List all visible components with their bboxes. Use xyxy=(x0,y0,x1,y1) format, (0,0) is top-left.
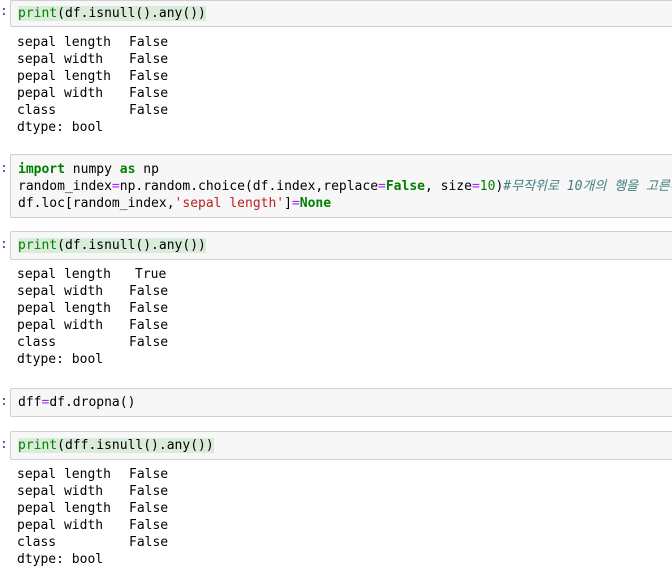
code-line: import numpy as np xyxy=(18,161,159,178)
output-value: False xyxy=(129,318,169,333)
output-label: class xyxy=(17,335,57,350)
code-token: False xyxy=(385,179,425,194)
code-token: = xyxy=(111,179,120,194)
output-row: pepal width False xyxy=(17,317,168,334)
output-row: sepal width False xyxy=(17,483,168,500)
cell-output-1: sepal length False sepal width False pepal… xyxy=(17,34,168,136)
code-token: = xyxy=(291,196,300,211)
output-row: pepal length False xyxy=(17,68,168,85)
code-token: print xyxy=(18,238,58,253)
code-token: (df.isnull().any()) xyxy=(57,238,206,253)
output-value: False xyxy=(129,35,169,50)
code-cell-5[interactable]: print(dff.isnull().any()) xyxy=(10,431,672,460)
code-line: dff=df.dropna() xyxy=(18,394,135,411)
output-row: sepal width False xyxy=(17,283,168,300)
cell-prompt: : xyxy=(0,161,8,176)
code-token: = xyxy=(471,179,480,194)
code-token: dff xyxy=(18,395,42,410)
code-token: ] xyxy=(284,196,292,211)
cell-prompt: : xyxy=(0,394,8,409)
code-line: df.loc[random_index,'sepal length']=None xyxy=(18,195,331,212)
code-line: random_index=np.random.choice(df.index,r… xyxy=(18,178,672,195)
code-token: 10 xyxy=(479,179,496,194)
output-value: False xyxy=(129,103,169,118)
code-cell-2[interactable]: import numpy as np random_index=np.rando… xyxy=(10,154,672,218)
output-value: False xyxy=(129,518,169,533)
cell-prompt: : xyxy=(0,437,8,452)
code-token: print xyxy=(18,438,58,453)
output-row: pepal length False xyxy=(17,500,168,517)
code-token: import xyxy=(18,162,65,177)
code-cell-4[interactable]: dff=df.dropna() xyxy=(10,388,672,417)
output-value: False xyxy=(129,335,169,350)
code-line: print(dff.isnull().any()) xyxy=(18,437,214,454)
output-label: pepal length xyxy=(17,501,111,516)
code-token: 'sepal length' xyxy=(174,196,285,211)
output-value: False xyxy=(129,484,169,499)
output-dtype: dtype: bool xyxy=(17,120,104,135)
output-value: False xyxy=(129,52,169,67)
code-token: , size xyxy=(425,179,472,194)
output-dtype: dtype: bool xyxy=(17,352,104,367)
output-row: pepal width False xyxy=(17,85,168,102)
code-line: print(df.isnull().any()) xyxy=(18,5,206,22)
code-cell-1[interactable]: print(df.isnull().any()) xyxy=(10,0,672,27)
output-row: sepal length True xyxy=(17,266,166,283)
output-value: False xyxy=(129,86,169,101)
output-value: True xyxy=(135,267,167,282)
code-line: print(df.isnull().any()) xyxy=(18,237,206,254)
cell-output-5: sepal length False sepal width False pepal… xyxy=(17,466,168,568)
code-token: print xyxy=(18,6,58,21)
output-value: False xyxy=(129,69,169,84)
output-row: class False xyxy=(17,102,168,119)
code-cell-3[interactable]: print(df.isnull().any()) xyxy=(10,231,672,260)
code-token: = xyxy=(378,179,386,194)
output-row: class False xyxy=(17,334,168,351)
output-value: False xyxy=(129,301,169,316)
output-label: pepal length xyxy=(17,301,111,316)
code-token: df.dropna() xyxy=(49,395,136,410)
output-label: sepal width xyxy=(17,52,104,67)
code-token: np xyxy=(135,162,159,177)
code-token: None xyxy=(299,196,332,211)
output-label: sepal length xyxy=(17,267,111,282)
code-token: (df.isnull().any()) xyxy=(57,6,206,21)
output-label: pepal width xyxy=(17,86,104,101)
cell-prompt: : xyxy=(0,4,8,19)
output-value: False xyxy=(129,535,169,550)
output-value: False xyxy=(129,467,169,482)
cell-output-3: sepal length True sepal width False pepal … xyxy=(17,266,168,368)
code-comment: #무작위로 10개의 행을 고른다. xyxy=(503,179,672,194)
output-label: sepal width xyxy=(17,284,104,299)
output-label: sepal width xyxy=(17,484,104,499)
code-token: (dff.isnull().any()) xyxy=(57,438,214,453)
output-row: sepal width False xyxy=(17,51,168,68)
code-token: np.random.choice(df.index,replace xyxy=(119,179,379,194)
code-token: numpy xyxy=(64,162,120,177)
output-label: sepal length xyxy=(17,467,111,482)
output-label: sepal length xyxy=(17,35,111,50)
output-label: pepal width xyxy=(17,518,104,533)
output-label: class xyxy=(17,535,57,550)
output-row: sepal length False xyxy=(17,466,168,483)
code-token: df.loc[random_index, xyxy=(18,196,175,211)
output-row: pepal length False xyxy=(17,300,168,317)
output-row: pepal width False xyxy=(17,517,168,534)
output-row: class False xyxy=(17,534,168,551)
output-label: class xyxy=(17,103,57,118)
output-value: False xyxy=(129,501,169,516)
code-token: as xyxy=(119,162,136,177)
code-token: random_index xyxy=(18,179,112,194)
output-value: False xyxy=(129,284,169,299)
output-row: sepal length False xyxy=(17,34,168,51)
cell-prompt: : xyxy=(0,237,8,252)
output-label: pepal width xyxy=(17,318,104,333)
output-label: pepal length xyxy=(17,69,111,84)
